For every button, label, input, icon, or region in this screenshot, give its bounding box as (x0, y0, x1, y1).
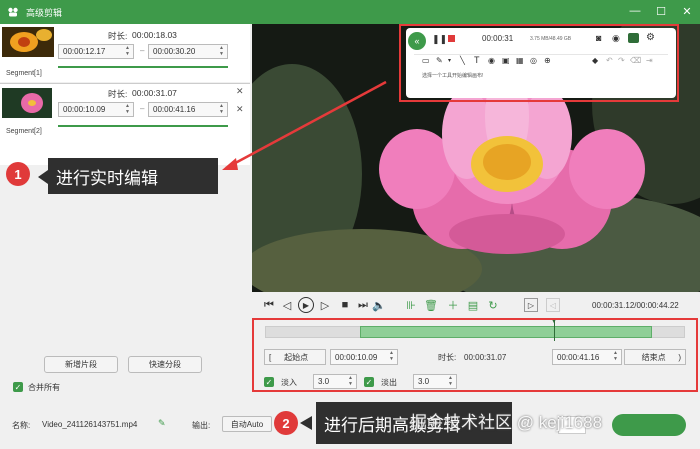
callout-pointer (300, 416, 312, 430)
step-badge-2: 2 (274, 411, 298, 435)
arrow-annotation (222, 80, 387, 170)
watermark: 掘金技术社区 @ keji1688 (410, 413, 603, 432)
